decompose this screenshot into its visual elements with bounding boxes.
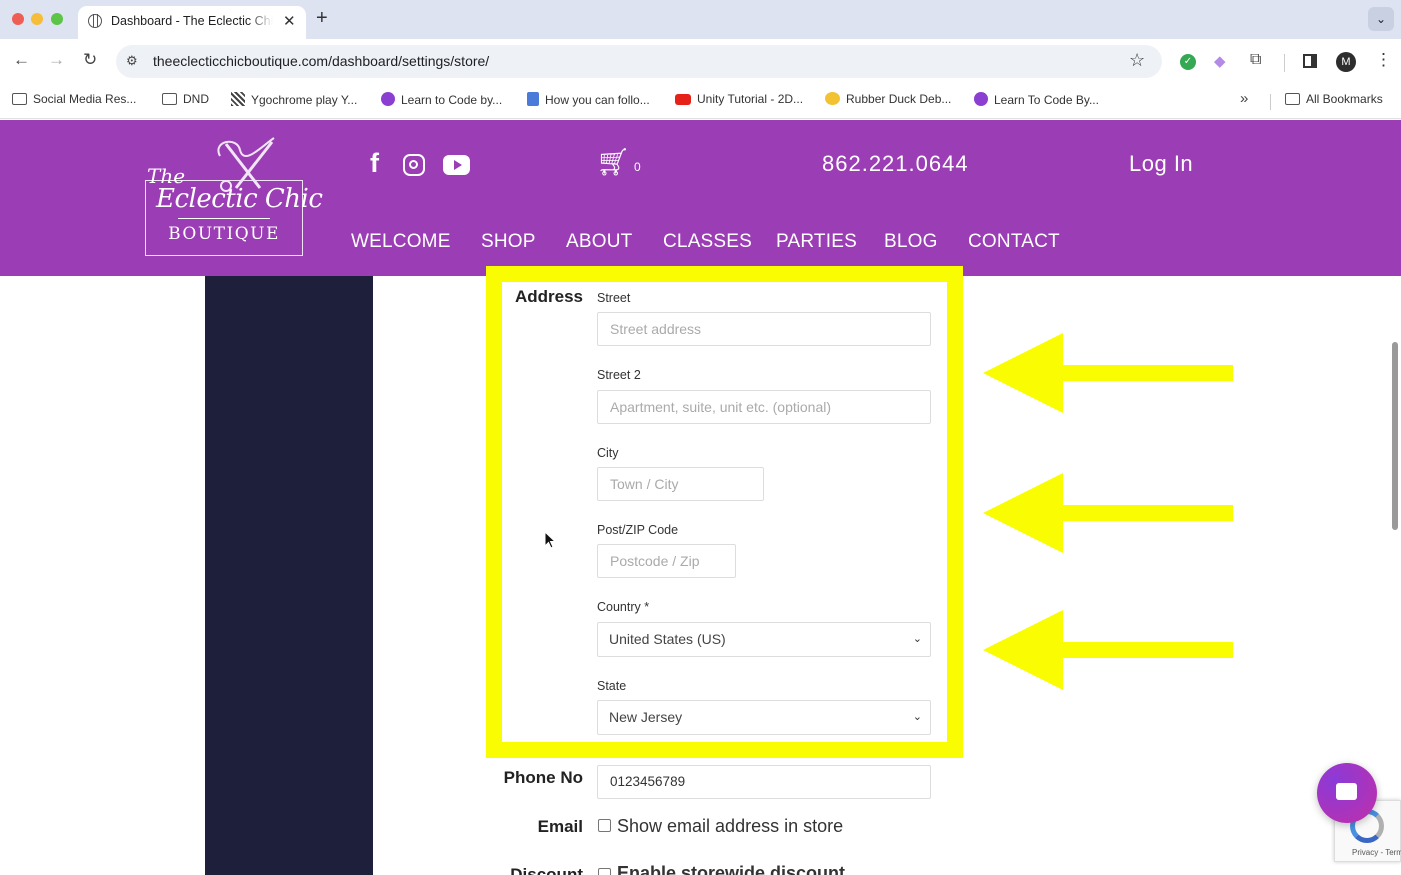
nav-blog[interactable]: BLOG [884, 231, 938, 253]
highlight-annotation-box [486, 266, 963, 758]
site-info-icon[interactable]: ⚙ [126, 53, 138, 69]
site-icon [231, 92, 245, 106]
back-arrow-icon[interactable]: ← [13, 50, 30, 70]
annotation-arrow-left [983, 473, 1233, 553]
folder-icon [1285, 93, 1300, 105]
forward-arrow-icon[interactable]: → [48, 50, 65, 70]
mouse-cursor-icon [544, 531, 556, 549]
youtube-icon[interactable] [443, 155, 470, 175]
nav-welcome[interactable]: WELCOME [351, 231, 451, 253]
annotation-arrow-left [983, 610, 1233, 690]
toolbar-divider [1284, 54, 1285, 72]
recaptcha-privacy-terms[interactable]: Privacy - Terms [1352, 848, 1401, 857]
extension-check-icon[interactable]: ✓ [1180, 54, 1196, 70]
freecodecamp-icon [974, 92, 988, 106]
chat-bubble-icon [1336, 783, 1357, 800]
phone-input[interactable]: 0123456789 [597, 765, 931, 799]
nav-parties[interactable]: PARTIES [776, 231, 857, 253]
facebook-icon[interactable]: f [370, 148, 379, 179]
bookmark-item[interactable]: Rubber Duck Deb... [825, 92, 951, 106]
maximize-window-icon[interactable] [51, 13, 63, 25]
log-in-link[interactable]: Log In [1129, 151, 1193, 177]
phone-section-label: Phone No [503, 768, 583, 787]
show-email-checkbox-label[interactable]: Show email address in store [617, 816, 843, 837]
url-text[interactable]: theeclecticchicboutique.com/dashboard/se… [153, 53, 489, 69]
folder-icon [162, 93, 177, 105]
nav-shop[interactable]: SHOP [481, 231, 536, 253]
extensions-puzzle-icon[interactable]: ⧉ [1250, 51, 1261, 69]
new-tab-button[interactable]: + [316, 7, 328, 30]
all-bookmarks-button[interactable]: All Bookmarks [1285, 92, 1383, 106]
browser-toolbar: ← → ↻ ⚙ theeclecticchicboutique.com/dash… [0, 39, 1401, 85]
address-bar[interactable]: ⚙ theeclecticchicboutique.com/dashboard/… [116, 45, 1162, 78]
cart-count: 0 [634, 160, 641, 174]
bookmark-item[interactable]: Unity Tutorial - 2D... [675, 92, 803, 106]
instagram-icon[interactable] [403, 154, 425, 176]
side-panel-icon[interactable] [1303, 54, 1317, 68]
chat-launcher-button[interactable] [1317, 763, 1377, 823]
youtube-icon [675, 94, 691, 105]
bookmarks-divider [1270, 94, 1271, 110]
nav-about[interactable]: ABOUT [566, 231, 632, 253]
discount-section-label: Discount [510, 865, 583, 875]
browser-menu-icon[interactable]: ⋮ [1375, 50, 1392, 70]
tab-title: Dashboard - The Eclectic Chic Boutique [111, 14, 273, 28]
page-scrollbar[interactable] [1392, 342, 1398, 530]
storewide-discount-checkbox[interactable] [598, 868, 611, 875]
bookmark-star-icon[interactable]: ☆ [1129, 50, 1145, 71]
freecodecamp-icon [381, 92, 395, 106]
more-bookmarks-icon[interactable]: » [1240, 90, 1248, 107]
close-window-icon[interactable] [12, 13, 24, 25]
dashboard-sidebar [205, 276, 373, 875]
phone-number-link[interactable]: 862.221.0644 [822, 151, 969, 177]
close-tab-icon[interactable]: ✕ [283, 12, 296, 30]
folder-icon [12, 93, 27, 105]
doc-icon [527, 92, 539, 106]
logo-divider [178, 218, 270, 219]
tab-search-dropdown-icon[interactable]: ⌄ [1368, 7, 1394, 31]
duck-icon [825, 92, 840, 105]
storewide-discount-checkbox-label[interactable]: Enable storewide discount [617, 863, 845, 875]
globe-icon [88, 14, 102, 28]
profile-avatar[interactable]: M [1336, 52, 1356, 72]
logo-text-name: Eclectic Chic [156, 184, 323, 214]
minimize-window-icon[interactable] [31, 13, 43, 25]
bookmark-item[interactable]: How you can follo... [527, 92, 650, 107]
reload-icon[interactable]: ↻ [83, 50, 97, 70]
nav-classes[interactable]: CLASSES [663, 231, 752, 253]
bookmark-item[interactable]: DND [162, 92, 209, 106]
bookmarks-bar: Social Media Res... DND Ygochrome play Y… [0, 85, 1401, 119]
show-email-checkbox[interactable] [598, 819, 611, 832]
bookmark-item[interactable]: Learn to Code by... [381, 92, 502, 107]
browser-tab-bar: Dashboard - The Eclectic Chic Boutique ✕… [0, 0, 1401, 39]
annotation-arrow-left [983, 333, 1233, 413]
email-section-label: Email [537, 817, 583, 836]
bookmark-item[interactable]: Learn To Code By... [974, 92, 1099, 107]
nav-contact[interactable]: CONTACT [968, 231, 1060, 253]
extension-arrow-icon[interactable]: ◆ [1214, 52, 1226, 70]
browser-tab-active[interactable]: Dashboard - The Eclectic Chic Boutique ✕ [78, 6, 306, 39]
bookmark-item[interactable]: Social Media Res... [12, 92, 136, 106]
bookmark-item[interactable]: Ygochrome play Y... [231, 92, 357, 107]
shopping-cart-icon[interactable]: 🛒︎ [596, 146, 630, 178]
logo-text-boutique: BOUTIQUE [168, 224, 280, 244]
